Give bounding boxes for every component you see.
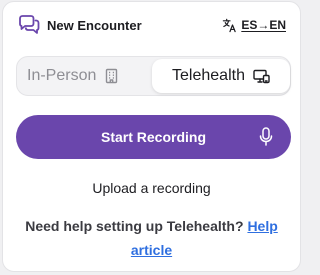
upload-recording-link[interactable]: Upload a recording [3, 180, 300, 196]
encounter-mode-toggle: In-Person Telehealth [16, 56, 291, 96]
help-prompt: Need help setting up Telehealth? [25, 218, 244, 234]
chat-bubbles-icon [16, 13, 42, 37]
start-recording-label: Start Recording [100, 129, 206, 145]
new-encounter-card: New Encounter ES→EN In-Person Telehealth… [2, 1, 301, 272]
help-link-word-1: Help [247, 218, 278, 234]
video-screen-icon [253, 69, 270, 84]
language-code: ES→EN [241, 18, 286, 32]
building-icon [104, 68, 119, 84]
telehealth-label: Telehealth [172, 67, 245, 84]
start-recording-button[interactable]: Start Recording [16, 115, 291, 159]
page-title: New Encounter [47, 17, 142, 33]
in-person-label: In-Person [27, 67, 97, 84]
microphone-icon [257, 127, 275, 147]
in-person-option[interactable]: In-Person [27, 57, 119, 95]
telehealth-option[interactable]: Telehealth [152, 59, 290, 93]
language-toggle[interactable]: ES→EN [221, 17, 286, 33]
help-link-word-2: article [130, 242, 173, 258]
translate-icon [221, 17, 237, 33]
header: New Encounter ES→EN [16, 13, 286, 37]
help-text: Need help setting up Telehealth? Help art… [17, 214, 286, 262]
